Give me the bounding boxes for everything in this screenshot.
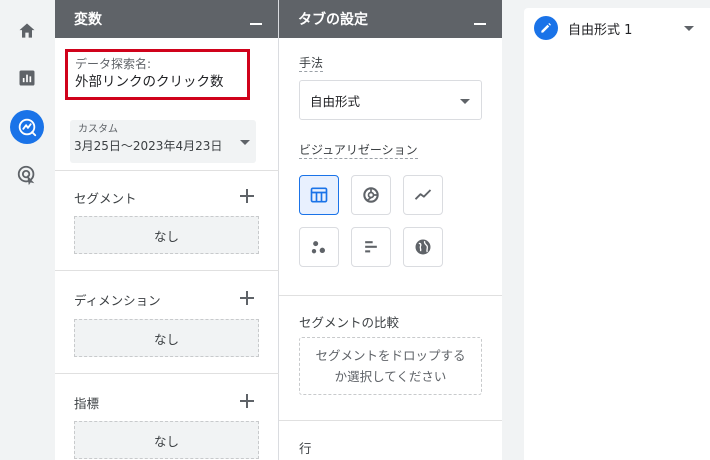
left-nav-rail [0,0,55,460]
divider [55,170,279,171]
divider [55,373,279,374]
metrics-drop-zone[interactable]: なし [74,421,259,459]
pencil-icon [541,23,551,33]
dropdown-arrow-icon [460,99,470,104]
technique-label: 手法 [299,56,324,72]
collapse-tab-settings-icon[interactable] [474,13,486,25]
variables-panel: 変数 データ探索名: 外部リンクのクリック数 カスタム 3月25日～2023年4… [55,0,279,460]
add-metric-icon[interactable] [240,394,254,408]
visualization-label: ビジュアリゼーション [299,143,418,159]
geo-map-icon [415,239,431,255]
nav-advertising[interactable] [10,158,44,192]
date-range-picker[interactable]: カスタム 3月25日～2023年4月23日 [70,120,256,163]
segment-compare-drop-zone[interactable]: セグメントをドロップする か選択してください [299,337,482,395]
advertising-icon [17,165,35,186]
dimensions-label: ディメンション [74,293,161,308]
variables-title: 変数 [74,12,102,28]
divider [279,295,502,296]
viz-donut-option[interactable] [351,175,391,215]
exploration-canvas: 自由形式 1 [502,0,710,460]
exploration-name-value[interactable]: 外部リンクのクリック数 [75,72,240,92]
app-root: 変数 データ探索名: 外部リンクのクリック数 カスタム 3月25日～2023年4… [0,0,710,460]
edit-tab-button[interactable] [534,16,558,40]
segment-compare-label: セグメントの比較 [299,315,400,330]
metrics-label: 指標 [74,396,100,411]
nav-home[interactable] [10,14,44,48]
divider [55,270,279,271]
technique-select[interactable]: 自由形式 [299,80,482,120]
reports-icon [19,70,35,86]
exploration-name-field[interactable]: データ探索名: 外部リンクのクリック数 [65,49,250,100]
segment-compare-drop-text: セグメントをドロップする か選択してください [315,348,466,384]
viz-scatter-option[interactable] [299,227,339,267]
date-range-value: 3月25日～2023年4月23日 [74,139,223,153]
canvas-tab[interactable]: 自由形式 1 [534,16,632,40]
tab-menu-arrow-icon[interactable] [684,26,694,31]
segments-drop-zone[interactable]: なし [74,216,259,254]
line-chart-icon [414,189,432,200]
canvas-tab-card: 自由形式 1 [524,8,710,460]
viz-geo-option[interactable] [403,227,443,267]
segments-label: セグメント [74,191,137,206]
rows-label: 行 [299,441,312,456]
add-dimension-icon[interactable] [240,291,254,305]
explore-icon [18,118,37,137]
canvas-tab-name: 自由形式 1 [568,22,633,38]
donut-chart-icon [363,187,379,203]
tab-settings-header: タブの設定 [279,0,502,38]
exploration-name-label: データ探索名: [75,57,152,71]
add-segment-icon[interactable] [240,189,254,203]
dimensions-drop-zone[interactable]: なし [74,319,259,357]
viz-line-option[interactable] [403,175,443,215]
variables-header: 変数 [55,0,278,38]
technique-value: 自由形式 [310,93,361,109]
collapse-variables-icon[interactable] [250,13,262,25]
nav-reports[interactable] [10,61,44,95]
viz-bar-option[interactable] [351,227,391,267]
viz-table-option[interactable] [299,175,339,215]
nav-explore[interactable] [10,110,44,144]
tab-settings-panel: タブの設定 手法 自由形式 ビジュアリゼーション セグメントの比較 セグメントを… [279,0,502,460]
table-icon [310,187,328,203]
date-range-type: カスタム [78,124,118,135]
home-icon [19,23,35,38]
dropdown-arrow-icon [240,140,250,145]
bar-chart-icon [365,241,377,253]
tab-settings-title: タブの設定 [298,12,368,28]
divider [279,420,502,421]
scatter-plot-icon [311,241,325,254]
